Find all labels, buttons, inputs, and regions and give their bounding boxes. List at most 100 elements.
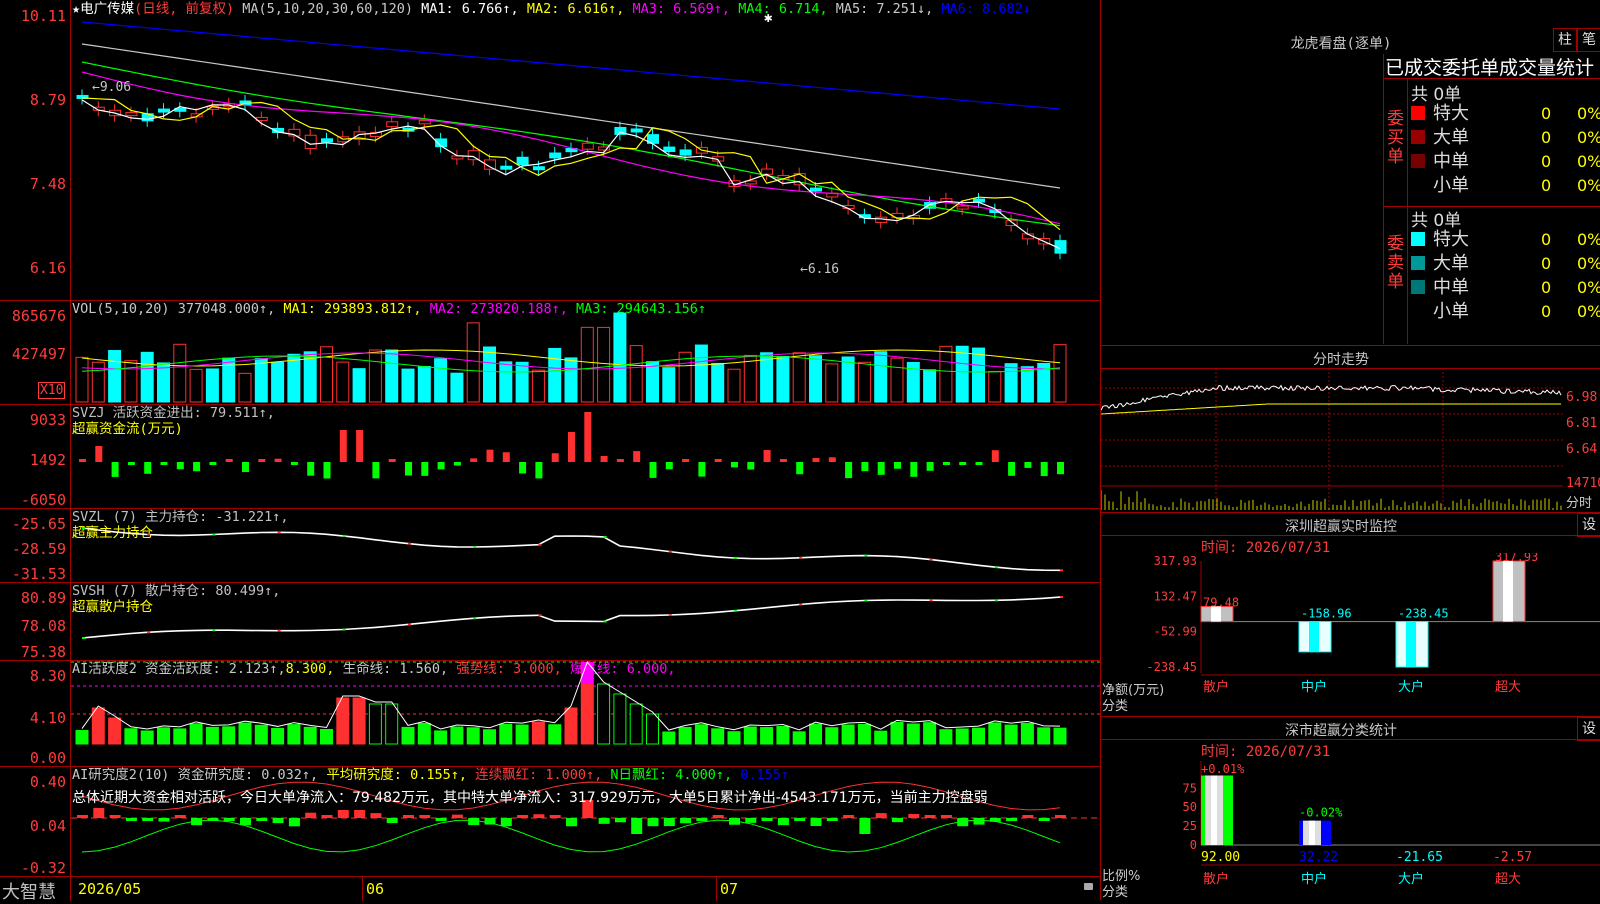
holding-tick	[994, 566, 998, 569]
holding-tick	[929, 558, 933, 561]
kline-chart[interactable]: ✱	[71, 0, 1100, 300]
sz-monitor-chart[interactable]: 317.93 132.47 -52.99 -238.45 79.48 -158.96 -23…	[1101, 553, 1600, 716]
y-tick: 78.08	[20, 617, 66, 635]
volume-panel[interactable]: 865676 427497 X10 VOL(5,10,20) 377048.00…	[0, 300, 1100, 405]
research-bar	[256, 818, 268, 821]
svzj-chart[interactable]	[71, 404, 1100, 508]
brand-label[interactable]: 大智慧	[2, 878, 56, 904]
sz-class-panel[interactable]: 深市超赢分类统计 设 时间: 2026/07/31 比例% 分类 75 50 25 0…	[1101, 717, 1600, 900]
y-tick: 80.89	[20, 589, 66, 607]
sz-monitor-title: 深圳超赢实时监控	[1285, 519, 1397, 535]
research-bar	[533, 814, 545, 818]
flow-bar	[274, 458, 282, 462]
flow-bar	[845, 462, 853, 479]
volume-bar	[890, 357, 904, 403]
row-name: 小单	[1433, 301, 1469, 322]
longhu-subtitle: 已成交委托单成交量统计	[1385, 57, 1595, 79]
activity-bar	[564, 707, 578, 745]
svsh-chart[interactable]	[71, 582, 1100, 660]
activity-bar	[1004, 724, 1018, 745]
date-label: 06	[366, 880, 385, 898]
net-bar-shine	[1406, 621, 1416, 667]
ma-line	[81, 71, 1061, 225]
y-tick: 6.98	[1566, 390, 1598, 405]
activity-bar	[841, 724, 855, 745]
volume-bar	[662, 367, 676, 403]
kline-candle	[581, 142, 594, 150]
research-bar	[745, 818, 757, 823]
svzl-panel[interactable]: -25.65 -28.59 -31.53 SVZL (7) 主力持仓: -31.…	[0, 508, 1100, 583]
volume-bar	[597, 326, 611, 403]
research-bar	[435, 818, 447, 821]
svzj-panel[interactable]: 9033 1492 -6050 SVZJ 活跃资金进出: 79.511↑, 超赢…	[0, 404, 1100, 509]
volume-bar	[972, 347, 985, 403]
activity-bar	[743, 726, 757, 745]
intraday-panel[interactable]: 分时走势 6.98 6.81 6.64 14710 分时	[1101, 346, 1600, 513]
intraday-chart[interactable]	[1101, 368, 1600, 512]
activity-bar	[205, 726, 219, 745]
y-tick: 75.38	[20, 643, 66, 661]
kline-candle	[386, 121, 399, 128]
volume-bar	[939, 345, 953, 403]
volume-bar	[874, 351, 888, 403]
svsh-panel[interactable]: 80.89 78.08 75.38 SVSH (7) 散户持仓: 80.499↑…	[0, 582, 1100, 661]
holding-tick	[603, 620, 607, 623]
kline-candle	[761, 168, 774, 175]
sz-class-chart[interactable]: 75 50 25 0 +0.01% -0.02% 92.00 32.22 -21.65 -2.57…	[1101, 757, 1600, 900]
row-count: 0	[1541, 230, 1552, 249]
kline-panel[interactable]: 10.11 8.79 7.48 6.16 ★电广传媒(日线, 前复权) MA(5…	[0, 0, 1100, 301]
research-bar	[875, 813, 887, 818]
research-bar	[940, 815, 952, 818]
flow-bar	[372, 462, 380, 479]
sell-row: 大单 0 0%	[1411, 252, 1600, 276]
ai-activity-chart[interactable]	[71, 660, 1100, 766]
research-bar	[826, 818, 838, 821]
y-tick: 317.93	[1154, 554, 1197, 568]
activity-bar	[809, 723, 822, 745]
lock-icon[interactable]	[1084, 883, 1093, 890]
value-label: -21.65	[1396, 850, 1443, 865]
volume-bar	[646, 361, 659, 403]
volume-bar	[678, 351, 692, 403]
ratio-bar-highlight	[1309, 820, 1315, 845]
research-bar	[272, 818, 284, 824]
flow-bar	[714, 459, 722, 462]
flow-bar	[502, 452, 510, 462]
activity-bar	[75, 730, 89, 745]
sz-monitor-panel[interactable]: 深圳超赢实时监控 设 时间: 2026/07/31 净额(万元) 分类 317.…	[1101, 513, 1600, 717]
ai-research-panel[interactable]: 0.40 0.04 -0.32 AI研究度2(10) 资金研究度: 0.032↑…	[0, 766, 1100, 877]
volume-bar	[368, 349, 382, 403]
flow-bar	[763, 450, 771, 462]
activity-bar	[988, 722, 1002, 745]
kline-candle	[549, 152, 562, 159]
longhu-panel[interactable]: 龙虎看盘(逐单) 柱 笔 已成交委托单成交量统计 委买单 委卖单 共 0单 共 …	[1101, 0, 1600, 346]
pen-button[interactable]: 笔	[1577, 28, 1600, 52]
holding-tick	[538, 543, 542, 546]
research-bar	[680, 818, 692, 824]
flow-bar	[486, 449, 494, 462]
column-button[interactable]: 柱	[1553, 28, 1577, 52]
settings-button[interactable]: 设	[1577, 717, 1600, 741]
activity-bar	[776, 726, 790, 745]
research-bar	[663, 818, 675, 827]
row-pct: 0%	[1577, 254, 1600, 273]
research-bar	[566, 818, 577, 827]
volume-bar	[792, 352, 806, 403]
ai-research-chart[interactable]	[71, 766, 1100, 876]
research-bar	[354, 810, 366, 818]
ai-activity-panel[interactable]: 8.30 4.10 0.00 AI活跃度2 资金活跃度: 2.123↑,8.30…	[0, 660, 1100, 767]
y-tick: 865676	[11, 307, 66, 325]
row-pct: 0%	[1577, 128, 1600, 147]
research-bar	[337, 810, 349, 818]
svzl-chart[interactable]	[71, 508, 1100, 582]
holding-tick	[82, 527, 85, 529]
volume-chart[interactable]	[71, 300, 1100, 404]
holding-line	[81, 596, 1061, 639]
volume-bar	[1020, 366, 1034, 403]
color-swatch	[1411, 256, 1425, 270]
settings-button[interactable]: 设	[1577, 513, 1600, 537]
research-bar	[109, 815, 121, 818]
y-tick: -25.65	[11, 515, 66, 533]
row-name: 中单	[1433, 151, 1469, 172]
color-swatch	[1411, 154, 1425, 168]
